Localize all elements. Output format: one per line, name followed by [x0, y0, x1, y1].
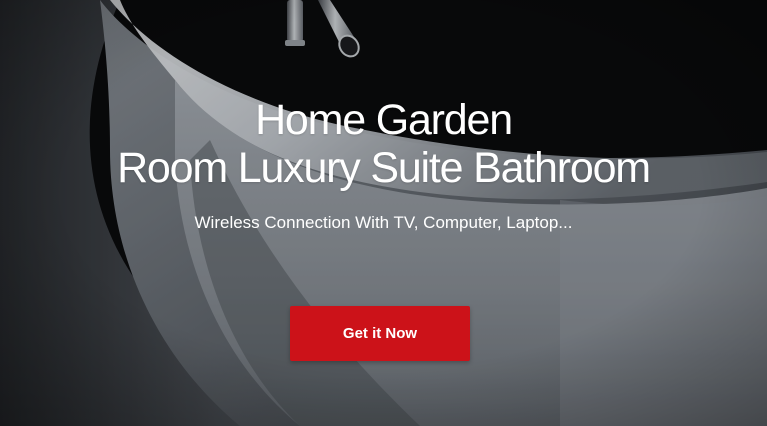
get-it-now-button[interactable]: Get it Now [290, 306, 470, 361]
hero-subtitle: Wireless Connection With TV, Computer, L… [194, 213, 573, 232]
hero-title: Home Garden Room Luxury Suite Bathroom [0, 96, 767, 192]
hero-banner: Home Garden Room Luxury Suite Bathroom W… [0, 0, 767, 426]
hero-title-line-2: Room Luxury Suite Bathroom [117, 144, 651, 192]
hero-title-line-1: Home Garden [255, 96, 513, 144]
